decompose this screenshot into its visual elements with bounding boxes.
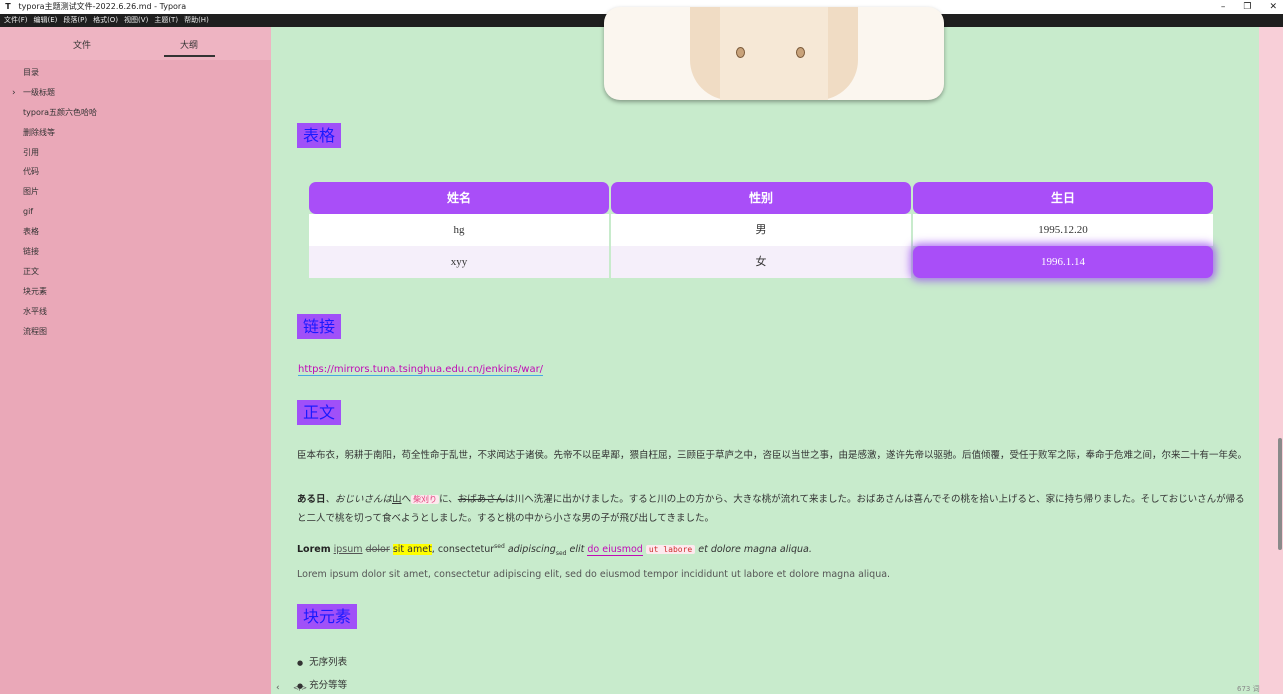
paragraph-lorem-plain: Lorem ipsum dolor sit amet, consectetur … <box>297 569 891 580</box>
typora-app-icon: T <box>5 2 11 11</box>
outline-item-h1[interactable]: › 一级标题 <box>0 87 271 107</box>
table-cell[interactable]: 男 <box>611 214 911 246</box>
heading-link: 链接 <box>297 314 342 339</box>
minimize-button[interactable]: – <box>1221 0 1226 14</box>
table-cell[interactable]: xyy <box>309 246 609 278</box>
paragraph-chinese: 臣本布衣，躬耕于南阳，苟全性命于乱世，不求闻达于诸侯。先帝不以臣卑鄙，猥自枉屈，… <box>297 450 1248 461</box>
sidebar: 文件 大纲 目录 › 一级标题 typora五颜六色哈哈 删除线等 引用 代码 图… <box>0 27 271 694</box>
outline-item-colorful[interactable]: typora五颜六色哈哈 <box>0 107 271 127</box>
inline-link[interactable]: do eiusmod <box>587 544 643 557</box>
outline-item-link[interactable]: 链接 <box>0 246 271 266</box>
table-cell[interactable]: hg <box>309 214 609 246</box>
outline-item-strikethrough[interactable]: 删除线等 <box>0 127 271 147</box>
table-header-cell[interactable]: 性别 <box>611 182 911 214</box>
heading-block: 块元素 <box>297 604 358 629</box>
outline-item-image[interactable]: 图片 <box>0 186 271 206</box>
window-title: typora主题测试文件-2022.6.26.md - Typora <box>18 2 187 11</box>
table-cell-highlighted[interactable]: 1996.1.14 <box>913 246 1213 278</box>
chevron-right-icon[interactable]: › <box>12 87 16 99</box>
menu-help[interactable]: 帮助(H) <box>180 14 211 27</box>
embedded-image <box>604 7 944 100</box>
paragraph-lorem-styled: Lorem ipsum dolor sit amet, consecteturs… <box>297 543 812 558</box>
right-gutter <box>1259 27 1283 694</box>
table-row: xyy 女 1996.1.14 <box>309 246 1216 278</box>
scrollbar-thumb[interactable] <box>1278 438 1282 550</box>
close-button[interactable]: ✕ <box>1269 0 1277 14</box>
menu-theme[interactable]: 主题(T) <box>150 14 180 27</box>
list-item: 无序列表 <box>297 654 347 668</box>
table-cell[interactable]: 1995.12.20 <box>913 214 1213 246</box>
outline-item-hr[interactable]: 水平线 <box>0 306 271 326</box>
heading-table: 表格 <box>297 123 342 148</box>
active-tab-indicator <box>164 55 215 57</box>
editor[interactable]: 表格 姓名 性别 生日 hg 男 1995.12.20 xyy 女 1996.1… <box>271 7 1259 694</box>
inline-tag: 柴刈り <box>411 495 440 504</box>
tab-outline[interactable]: 大纲 <box>180 38 198 51</box>
outline-item-toc[interactable]: 目录 <box>0 67 271 87</box>
outline-item-code[interactable]: 代码 <box>0 166 271 186</box>
inline-code: ut labore <box>645 545 696 555</box>
outline-item-body[interactable]: 正文 <box>0 266 271 286</box>
menu-file[interactable]: 文件(F) <box>0 14 30 27</box>
menu-view[interactable]: 视图(V) <box>120 14 150 27</box>
outline-list: 目录 › 一级标题 typora五颜六色哈哈 删除线等 引用 代码 图片 gif … <box>0 67 271 345</box>
restore-button[interactable]: ❐ <box>1243 0 1251 14</box>
table-header-cell[interactable]: 生日 <box>913 182 1213 214</box>
outline-item-flowchart[interactable]: 流程图 <box>0 326 271 346</box>
table-header-cell[interactable]: 姓名 <box>309 182 609 214</box>
menu-paragraph[interactable]: 段落(P) <box>59 14 89 27</box>
data-table: 姓名 性别 生日 hg 男 1995.12.20 xyy 女 1996.1.14 <box>309 182 1216 278</box>
outline-item-table[interactable]: 表格 <box>0 226 271 246</box>
outline-item-quote[interactable]: 引用 <box>0 147 271 167</box>
table-row: hg 男 1995.12.20 <box>309 214 1216 246</box>
list-item: 充分等等 <box>297 677 347 691</box>
table-cell[interactable]: 女 <box>611 246 911 278</box>
sidebar-tabs: 文件 大纲 <box>0 27 271 60</box>
word-count[interactable]: 673 词 <box>1237 684 1260 694</box>
outline-item-block[interactable]: 块元素 <box>0 286 271 306</box>
paragraph-japanese: ある日、おじいさんは山へ 柴刈り に、おばあさんは川へ洗濯に出かけました。すると川の… <box>297 494 1245 524</box>
heading-body: 正文 <box>297 400 342 425</box>
jenkins-mirror-link[interactable]: https://mirrors.tuna.tsinghua.edu.cn/jen… <box>298 364 544 376</box>
table-header-row: 姓名 性别 生日 <box>309 182 1216 214</box>
menu-edit[interactable]: 编辑(E) <box>30 14 60 27</box>
tab-files[interactable]: 文件 <box>73 38 91 51</box>
outline-item-gif[interactable]: gif <box>0 206 271 226</box>
menu-format[interactable]: 格式(O) <box>89 14 120 27</box>
